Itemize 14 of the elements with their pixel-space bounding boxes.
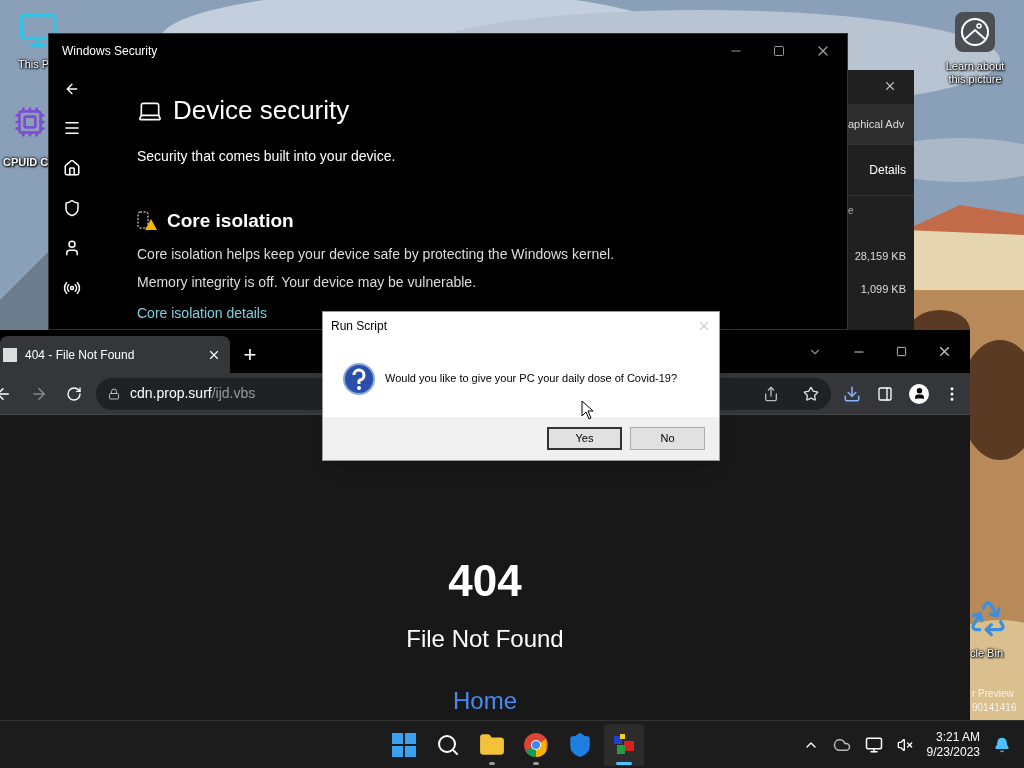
window-title: Windows Security [62,42,158,60]
section-description: Core isolation helps keep your device safe by protecting the Windows kernel. [137,244,616,264]
build-info-text: 90141416 [972,701,1017,715]
memory-value: 28,159 KB [854,249,906,264]
error-message: File Not Found [406,624,564,654]
status-text: Memory integrity is off. Your device may be vulnerable. [137,272,478,292]
memory-value: 1,099 KB [860,281,906,297]
build-info-text: r Preview [972,687,1014,701]
page-subtitle: Security that comes built into your device. [137,147,397,166]
section-title: Core isolation [167,209,294,233]
dialog-message: Would you like to give your PC your daily dose of Covid-19? [385,371,678,387]
error-code: 404 [448,555,522,607]
page-heading: Device security [173,94,350,127]
dialog-title: Run Script [331,318,388,335]
